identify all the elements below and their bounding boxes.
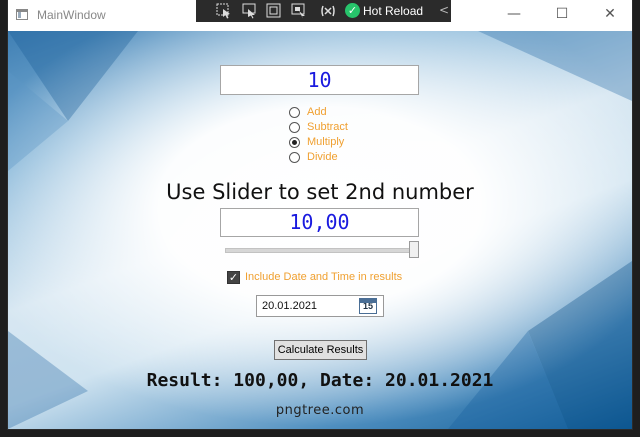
include-date-label: Include Date and Time in results [245, 271, 403, 283]
date-picker-text[interactable]: 20.01.2021 [262, 300, 317, 312]
radio-subtract-button[interactable] [289, 122, 300, 133]
xaml-dev-toolbar: ✓ Hot Reload < [196, 0, 451, 22]
second-number-display[interactable]: 10,00 [220, 208, 419, 237]
hot-reload-status-icon: ✓ [345, 3, 360, 18]
track-focused-element-icon[interactable] [291, 3, 309, 19]
window-title: MainWindow [37, 8, 106, 22]
binding-failures-icon[interactable] [320, 3, 338, 19]
watermark-text: pngtree.com [275, 403, 365, 418]
radio-divide-label: Divide [307, 151, 338, 163]
radio-subtract-label: Subtract [307, 121, 348, 133]
radio-multiply-label: Multiply [307, 136, 345, 148]
minimize-button[interactable]: — [499, 6, 529, 26]
radio-divide-button[interactable] [289, 152, 300, 163]
display-layout-adorners-icon[interactable] [266, 3, 284, 19]
slider-track[interactable] [225, 248, 417, 253]
close-button[interactable]: ✕ [595, 6, 625, 26]
calculate-results-button[interactable]: Calculate Results [274, 340, 367, 360]
radio-add-label: Add [307, 106, 327, 118]
pointer-icon[interactable] [242, 3, 260, 19]
include-date-checkbox[interactable]: ✓ [227, 271, 240, 284]
radio-multiply-button[interactable] [289, 137, 300, 148]
result-text: Result: 100,00, Date: 20.01.2021 [146, 370, 494, 391]
app-window-icon [16, 9, 28, 20]
select-element-icon[interactable] [216, 3, 234, 19]
main-window: MainWindow ✓ Hot Reload < — ☐ ✕ 10 Add S… [8, 0, 632, 429]
calendar-icon[interactable]: 15 [359, 298, 377, 314]
date-picker[interactable]: 20.01.2021 15 [256, 295, 384, 317]
slider-thumb[interactable] [409, 241, 419, 258]
radio-add-button[interactable] [289, 107, 300, 118]
slider-heading: Use Slider to set 2nd number [166, 180, 474, 204]
hot-reload-button[interactable]: Hot Reload [363, 4, 423, 18]
first-number-input[interactable]: 10 [220, 65, 419, 95]
content-area: 10 Add Subtract Multiply Divide Use Slid… [8, 31, 632, 429]
maximize-button[interactable]: ☐ [547, 6, 577, 26]
title-bar[interactable]: MainWindow ✓ Hot Reload < — ☐ ✕ [8, 0, 632, 31]
collapse-toolbar-icon[interactable]: < [439, 3, 449, 17]
